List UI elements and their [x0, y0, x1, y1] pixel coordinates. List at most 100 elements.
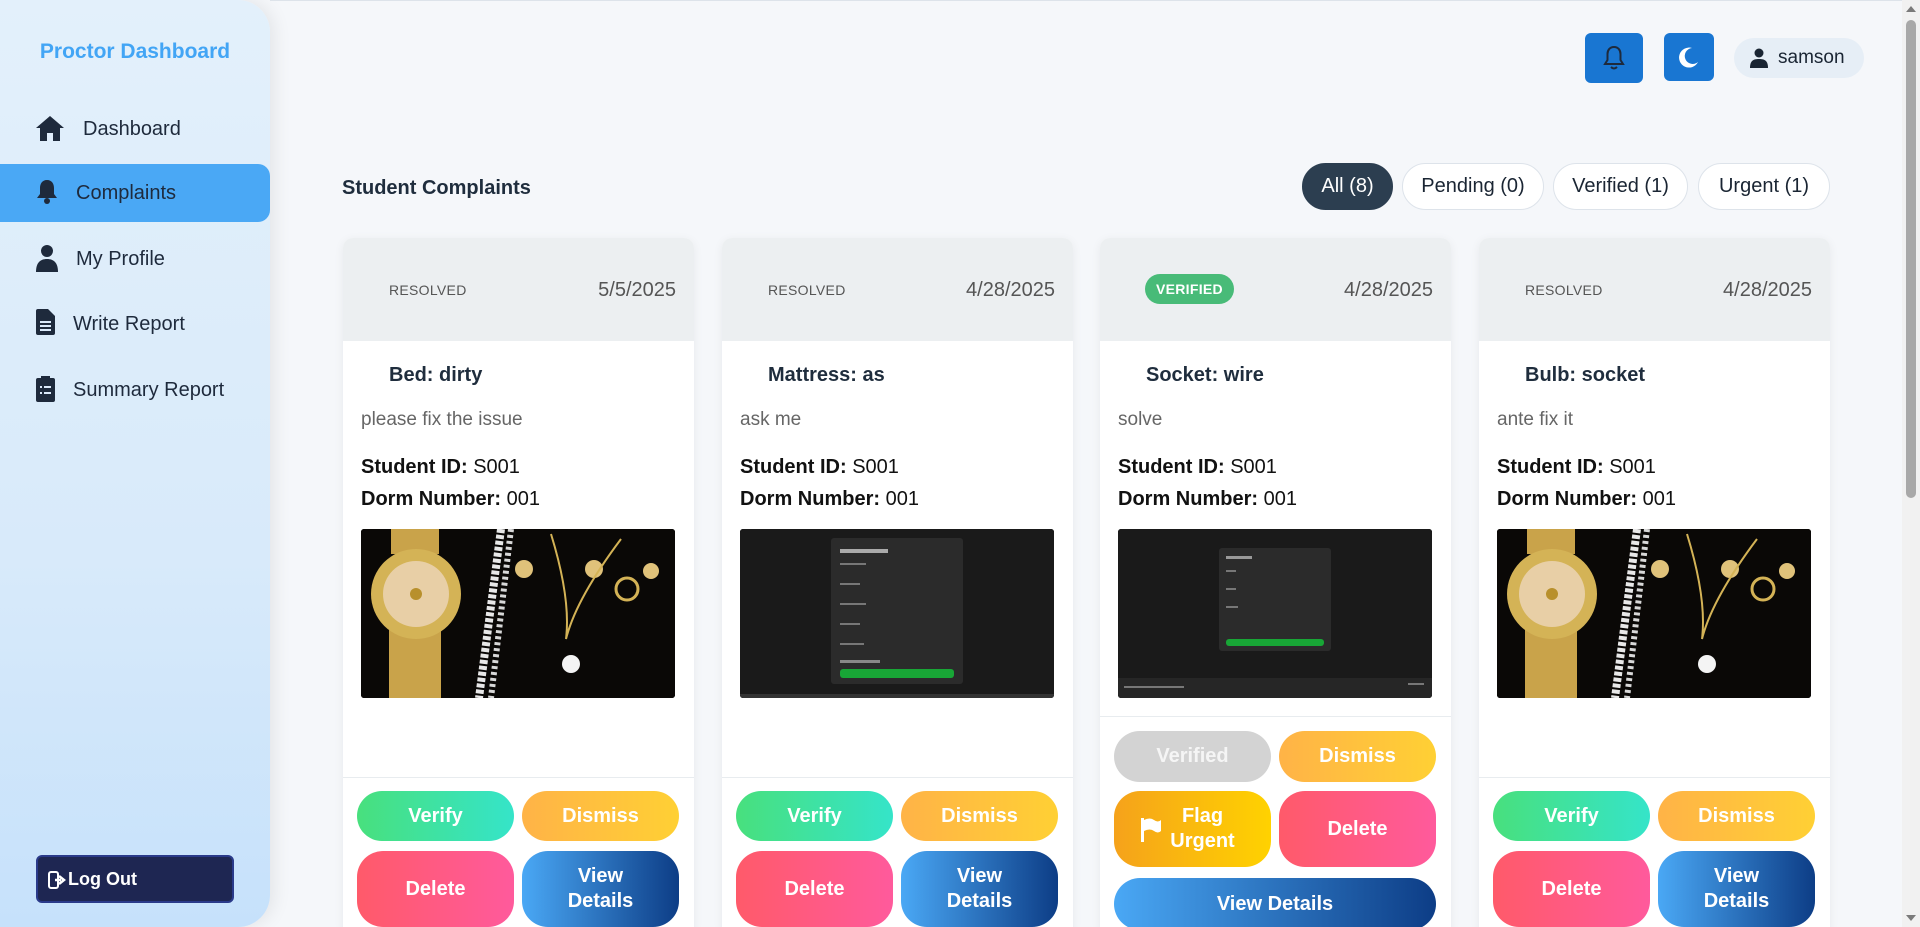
dismiss-button[interactable]: Dismiss — [901, 791, 1058, 841]
complaint-description: ask me — [740, 409, 802, 430]
sidebar-item-label: Dashboard — [83, 117, 181, 140]
create-account-screenshot — [740, 529, 1054, 698]
card-header: RESOLVED 5/5/2025 — [343, 238, 694, 341]
complaint-card: VERIFIED 4/28/2025 Socket: wire solve St… — [1100, 238, 1451, 927]
logout-label: Log Out — [68, 868, 137, 889]
complaint-description: ante fix it — [1497, 409, 1574, 430]
brand-title: Proctor Dashboard — [39, 40, 231, 63]
complaint-card: RESOLVED 4/28/2025 Bulb: socket ante fix… — [1479, 238, 1830, 927]
verified-button[interactable]: Verified — [1114, 731, 1271, 782]
complaint-image[interactable] — [361, 529, 675, 698]
flag-urgent-label: Flag Urgent — [1170, 805, 1235, 852]
dismiss-button[interactable]: Dismiss — [1279, 731, 1436, 782]
sidebar-item-my-profile[interactable]: My Profile — [0, 230, 270, 288]
divider — [343, 777, 694, 778]
file-icon — [36, 309, 55, 335]
user-name: samson — [1778, 47, 1845, 68]
bell-icon — [37, 180, 57, 204]
dorm-number: Dorm Number: 001 — [1497, 488, 1676, 510]
complaint-card: RESOLVED 4/28/2025 Mattress: as ask me S… — [722, 238, 1073, 927]
theme-toggle-button[interactable] — [1664, 33, 1714, 81]
verify-button[interactable]: Verify — [357, 791, 514, 841]
verify-button[interactable]: Verify — [736, 791, 893, 841]
complaint-title: Socket: wire — [1146, 364, 1264, 386]
clipboard-icon — [36, 376, 55, 402]
filter-all[interactable]: All (8) — [1302, 163, 1393, 210]
flag-icon — [1141, 818, 1161, 842]
complaint-date: 5/5/2025 — [598, 279, 676, 301]
complaint-image[interactable] — [1118, 529, 1432, 698]
verify-button[interactable]: Verify — [1493, 791, 1650, 841]
complaint-description: solve — [1118, 409, 1163, 430]
dismiss-button[interactable]: Dismiss — [1658, 791, 1815, 841]
card-header: RESOLVED 4/28/2025 — [722, 238, 1073, 341]
complaint-image[interactable] — [1497, 529, 1811, 698]
status-badge: VERIFIED — [1145, 274, 1234, 304]
jewelry-photo — [1497, 529, 1811, 698]
scroll-down-arrow[interactable] — [1906, 915, 1916, 921]
complaint-title: Bulb: socket — [1525, 364, 1646, 386]
delete-button[interactable]: Delete — [736, 851, 893, 927]
notifications-button[interactable] — [1585, 33, 1643, 83]
scroll-up-arrow[interactable] — [1906, 6, 1916, 12]
card-header: RESOLVED 4/28/2025 — [1479, 238, 1830, 341]
dorm-number: Dorm Number: 001 — [1118, 488, 1297, 510]
view-details-button[interactable]: View Details — [901, 851, 1058, 927]
status-badge: RESOLVED — [768, 282, 846, 298]
complaint-card: RESOLVED 5/5/2025 Bed: dirty please fix … — [343, 238, 694, 927]
moon-icon — [1679, 47, 1698, 68]
home-icon — [36, 116, 64, 141]
sidebar-item-complaints[interactable]: Complaints — [0, 164, 270, 222]
sidebar: Proctor Dashboard Dashboard Complaints M… — [0, 0, 270, 927]
sidebar-item-label: Summary Report — [73, 378, 225, 401]
view-details-button[interactable]: View Details — [1658, 851, 1815, 927]
complaint-description: please fix the issue — [361, 409, 523, 430]
filter-pending[interactable]: Pending (0) — [1402, 163, 1544, 210]
view-details-button[interactable]: View Details — [522, 851, 679, 927]
complaint-image[interactable] — [740, 529, 1054, 698]
delete-button[interactable]: Delete — [357, 851, 514, 927]
scrollbar[interactable] — [1902, 0, 1920, 927]
sidebar-item-dashboard[interactable]: Dashboard — [0, 100, 270, 158]
flag-urgent-button[interactable]: Flag Urgent — [1114, 791, 1271, 867]
card-header: VERIFIED 4/28/2025 — [1100, 238, 1451, 341]
sidebar-item-label: Complaints — [76, 181, 177, 204]
dorm-number: Dorm Number: 001 — [361, 488, 540, 510]
complaint-date: 4/28/2025 — [1723, 279, 1812, 301]
logout-button[interactable]: Log Out — [36, 855, 234, 903]
scrollbar-thumb[interactable] — [1906, 20, 1916, 498]
student-id: Student ID: S001 — [1497, 456, 1656, 478]
logout-icon — [48, 871, 66, 889]
sidebar-item-summary-report[interactable]: Summary Report — [0, 361, 270, 419]
view-details-button[interactable]: View Details — [1114, 878, 1436, 927]
page-title: Student Complaints — [342, 177, 531, 199]
complaint-date: 4/28/2025 — [1344, 279, 1433, 301]
bell-icon — [1603, 45, 1625, 70]
dorm-number: Dorm Number: 001 — [740, 488, 919, 510]
filter-verified[interactable]: Verified (1) — [1553, 163, 1688, 210]
divider — [1100, 716, 1451, 717]
user-menu[interactable]: samson — [1734, 38, 1864, 78]
contact-form-screenshot — [1118, 529, 1432, 698]
jewelry-photo — [361, 529, 675, 698]
delete-button[interactable]: Delete — [1493, 851, 1650, 927]
complaint-date: 4/28/2025 — [966, 279, 1055, 301]
filter-urgent[interactable]: Urgent (1) — [1698, 163, 1830, 210]
status-badge: RESOLVED — [389, 282, 467, 298]
complaint-title: Bed: dirty — [389, 364, 483, 386]
sidebar-item-label: My Profile — [76, 247, 165, 270]
student-id: Student ID: S001 — [1118, 456, 1277, 478]
user-icon — [36, 245, 58, 272]
sidebar-item-write-report[interactable]: Write Report — [0, 295, 270, 353]
divider — [1479, 777, 1830, 778]
divider — [722, 777, 1073, 778]
user-icon — [1750, 48, 1768, 68]
status-badge: RESOLVED — [1525, 282, 1603, 298]
sidebar-item-label: Write Report — [73, 312, 185, 335]
student-id: Student ID: S001 — [361, 456, 520, 478]
top-border — [270, 0, 1920, 1]
dismiss-button[interactable]: Dismiss — [522, 791, 679, 841]
delete-button[interactable]: Delete — [1279, 791, 1436, 867]
complaint-title: Mattress: as — [768, 364, 885, 386]
student-id: Student ID: S001 — [740, 456, 899, 478]
